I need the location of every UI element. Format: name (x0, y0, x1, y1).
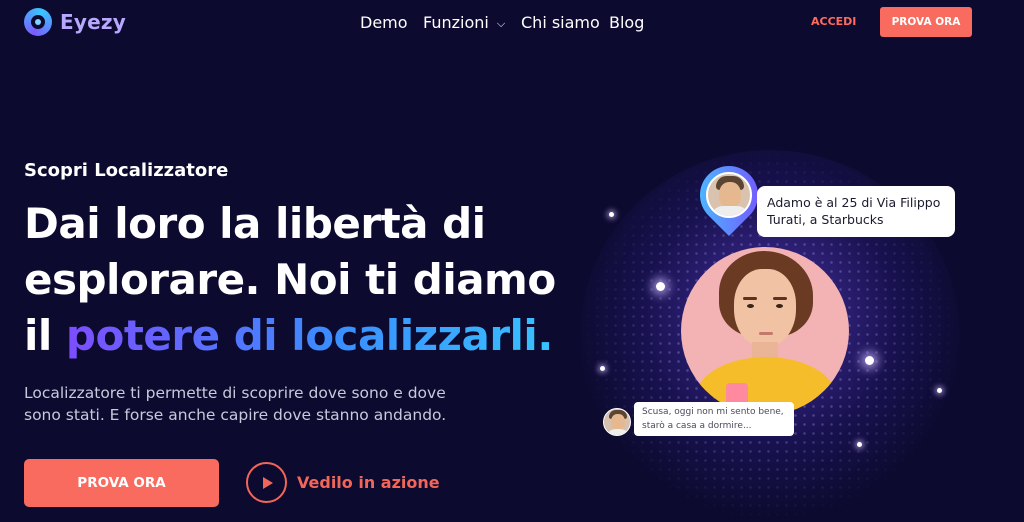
logo-text: Eyezy (60, 10, 126, 34)
hero-eyebrow: Scopri Localizzatore (24, 160, 229, 181)
hero-headline: Dai loro la libertà di esplorare. Noi ti… (24, 196, 584, 364)
location-bubble: Adamo è al 25 di Via Filippo Turati, a S… (757, 186, 955, 237)
sparkle-icon (600, 366, 605, 371)
message-bubble: Scusa, oggi non mi sento bene, starò a c… (634, 402, 794, 436)
headline-line-1: Dai loro la libertà di (24, 199, 486, 248)
eye-logo-icon (24, 8, 52, 36)
chevron-down-icon: ⌵ (496, 17, 506, 30)
sparkle-icon (857, 442, 862, 447)
headline-accent: potere di localizzarli. (65, 311, 553, 360)
sparkle-icon (865, 356, 874, 365)
watch-video-label: Vedilo in azione (297, 473, 440, 492)
try-now-button[interactable]: PROVA ORA (24, 459, 219, 507)
avatar (603, 408, 631, 436)
nav-link-chi-siamo[interactable]: Chi siamo (521, 13, 600, 32)
watch-video-button[interactable]: Vedilo in azione (246, 462, 440, 503)
nav-link-funzioni[interactable]: Funzioni ⌵ (423, 13, 505, 32)
hero-description: Localizzatore ti permette di scoprire do… (24, 384, 447, 424)
top-nav: Eyezy Demo Funzioni ⌵ Chi siamo Blog ACCE… (0, 0, 1024, 44)
nav-link-blog[interactable]: Blog (609, 13, 644, 32)
avatar (706, 172, 752, 218)
headline-line-3-plain: il (24, 311, 66, 360)
nav-link-funzioni-label: Funzioni (423, 13, 489, 32)
sparkle-icon (656, 282, 665, 291)
play-icon (246, 462, 287, 503)
woman-portrait (681, 247, 849, 415)
nav-try-button[interactable]: PROVA ORA (880, 7, 972, 37)
headline-line-2: esplorare. Noi ti diamo (24, 255, 556, 304)
login-link[interactable]: ACCEDI (811, 15, 856, 28)
nav-link-demo[interactable]: Demo (360, 13, 408, 32)
headline-line-3: il potere di localizzarli. (24, 308, 584, 364)
sparkle-icon (937, 388, 942, 393)
logo[interactable]: Eyezy (24, 8, 126, 36)
sparkle-icon (609, 212, 614, 217)
